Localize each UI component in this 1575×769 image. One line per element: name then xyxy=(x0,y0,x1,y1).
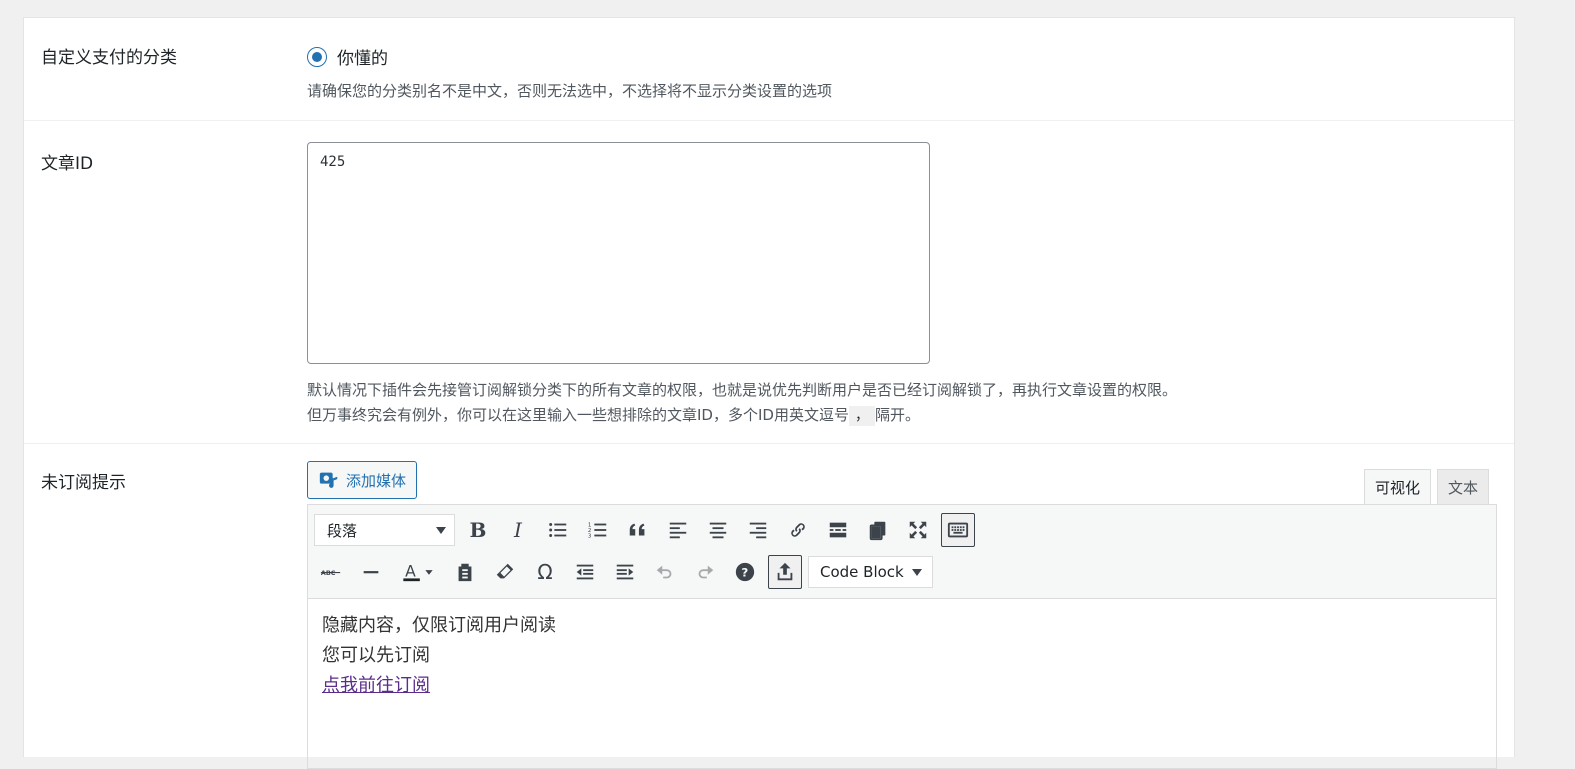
description-line-2-prefix: 但万事终究会有例外，你可以在这里输入一些想排除的文章ID，多个ID用英文逗号 xyxy=(307,406,849,424)
horizontal-line-icon xyxy=(363,571,379,574)
toolbar-toggle-button[interactable] xyxy=(941,513,975,547)
description-line-2: 但万事终究会有例外，你可以在这里输入一些想排除的文章ID，多个ID用英文逗号，隔… xyxy=(307,403,1177,429)
undo-button[interactable] xyxy=(648,555,682,589)
outdent-button[interactable] xyxy=(568,555,602,589)
redo-button[interactable] xyxy=(688,555,722,589)
content-line-2: 您可以先订阅 xyxy=(322,645,430,666)
page-break-button[interactable] xyxy=(861,513,895,547)
italic-icon: I xyxy=(514,518,522,542)
post-id-row: 文章ID 425 默认情况下插件会先接管订阅解锁分类下的所有文章的权限，也就是说… xyxy=(24,121,1514,444)
help-button[interactable]: ? xyxy=(728,555,762,589)
align-center-icon xyxy=(709,522,727,539)
fullscreen-button[interactable] xyxy=(901,513,935,547)
post-id-textarea[interactable]: 425 xyxy=(307,142,930,364)
chevron-down-icon xyxy=(436,526,446,534)
tab-visual[interactable]: 可视化 xyxy=(1364,469,1432,505)
help-icon: ? xyxy=(735,562,755,582)
omega-icon: Ω xyxy=(537,560,553,584)
redo-icon xyxy=(698,565,714,579)
post-id-description: 默认情况下插件会先接管订阅解锁分类下的所有文章的权限，也就是说优先判断用户是否已… xyxy=(307,378,1177,429)
description-line-2-suffix: 隔开。 xyxy=(874,406,920,424)
radio-label[interactable]: 你懂的 xyxy=(337,44,388,69)
category-description: 请确保您的分类别名不是中文，否则无法选中，不选择将不显示分类设置的选项 xyxy=(307,82,833,100)
tab-text[interactable]: 文本 xyxy=(1437,469,1490,505)
blockquote-icon xyxy=(629,523,645,536)
code-block-select[interactable]: Code Block xyxy=(808,556,933,588)
settings-panel: 自定义支付的分类 你懂的 请确保您的分类别名不是中文，否则无法选中，不选择将不显… xyxy=(23,17,1515,769)
text-color-button[interactable]: A xyxy=(394,555,442,589)
svg-text:A: A xyxy=(405,563,416,581)
category-label: 自定义支付的分类 xyxy=(41,48,177,68)
unsubscribed-row: 未订阅提示 添加媒体 可视化 文本 段落 B I 1 2 3 ABC A Ω ?… xyxy=(24,444,1514,769)
svg-text:?: ? xyxy=(741,566,748,580)
description-line-1: 默认情况下插件会先接管订阅解锁分类下的所有文章的权限，也就是说优先判断用户是否已… xyxy=(307,381,1178,399)
blockquote-button[interactable] xyxy=(621,513,655,547)
add-media-label: 添加媒体 xyxy=(346,471,407,490)
strikethrough-button[interactable]: ABC xyxy=(314,555,348,589)
text-color-icon: A xyxy=(403,563,433,582)
category-row: 自定义支付的分类 你懂的 请确保您的分类别名不是中文，否则无法选中，不选择将不显… xyxy=(24,18,1514,121)
numbered-list-icon: 123 xyxy=(588,522,607,539)
media-icon xyxy=(318,469,340,491)
rich-text-editor: 段落 B I 123 ABC A Ω ? Code Block 隐藏内容，仅限订… xyxy=(307,504,1497,769)
align-right-icon xyxy=(749,522,767,539)
comma-code: ， xyxy=(848,406,875,426)
align-left-icon xyxy=(669,522,687,539)
special-character-button[interactable]: Ω xyxy=(528,555,562,589)
unsubscribed-label: 未订阅提示 xyxy=(41,473,126,493)
editor-content[interactable]: 隐藏内容，仅限订阅用户阅读 您可以先订阅 点我前往订阅 xyxy=(308,599,1496,713)
post-id-label: 文章ID xyxy=(41,154,94,174)
italic-button[interactable]: I xyxy=(501,513,535,547)
add-media-button[interactable]: 添加媒体 xyxy=(307,461,418,499)
radio-button[interactable] xyxy=(307,46,327,67)
align-center-button[interactable] xyxy=(701,513,735,547)
align-right-button[interactable] xyxy=(741,513,775,547)
bullet-list-icon xyxy=(549,523,567,537)
bullet-list-button[interactable] xyxy=(541,513,575,547)
editor-mode-tabs: 可视化 文本 xyxy=(1364,469,1490,505)
toolbar-row-2: ABC A Ω ? Code Block xyxy=(314,555,933,589)
read-more-button[interactable] xyxy=(821,513,855,547)
editor-toolbar: 段落 B I 123 ABC A Ω ? Code Block xyxy=(308,505,1496,599)
svg-text:3: 3 xyxy=(588,533,592,539)
read-more-icon xyxy=(829,522,847,538)
upload-icon xyxy=(777,562,793,581)
bold-icon: B xyxy=(469,518,487,542)
eraser-icon xyxy=(496,563,514,579)
code-block-select-value: Code Block xyxy=(820,563,904,581)
fullscreen-icon xyxy=(909,521,927,539)
copy-pages-icon xyxy=(869,521,886,541)
format-select-value: 段落 xyxy=(327,521,358,540)
strikethrough-icon: ABC xyxy=(320,569,341,577)
format-select[interactable]: 段落 xyxy=(314,514,455,546)
indent-icon xyxy=(616,564,634,580)
upload-button[interactable] xyxy=(768,555,802,589)
align-left-button[interactable] xyxy=(661,513,695,547)
insert-link-button[interactable] xyxy=(781,513,815,547)
paste-text-button[interactable] xyxy=(448,555,482,589)
toolbar-row-1: 段落 B I 123 xyxy=(314,513,981,547)
outdent-icon xyxy=(576,564,594,580)
content-line-1: 隐藏内容，仅限订阅用户阅读 xyxy=(322,615,556,636)
chevron-down-icon xyxy=(911,568,922,576)
category-radio-option[interactable]: 你懂的 xyxy=(307,44,388,69)
keyboard-icon xyxy=(947,522,969,538)
clear-formatting-button[interactable] xyxy=(488,555,522,589)
indent-button[interactable] xyxy=(608,555,642,589)
clipboard-icon xyxy=(458,563,472,582)
horizontal-line-button[interactable] xyxy=(354,555,388,589)
undo-icon xyxy=(656,565,672,579)
bold-button[interactable]: B xyxy=(461,513,495,547)
numbered-list-button[interactable]: 123 xyxy=(581,513,615,547)
link-icon xyxy=(791,523,805,537)
subscribe-link[interactable]: 点我前往订阅 xyxy=(322,675,430,696)
